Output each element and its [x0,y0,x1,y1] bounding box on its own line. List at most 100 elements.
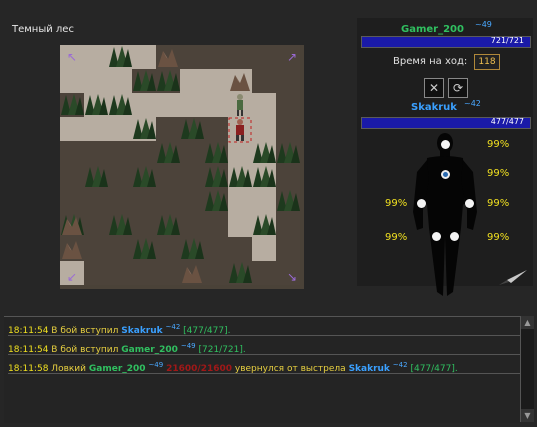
map-tile[interactable] [156,93,180,117]
map-tile[interactable] [180,213,204,237]
log-player-name[interactable]: Skakruk [349,364,390,374]
map-tile[interactable] [204,69,228,93]
cross-swords-icon[interactable]: ✕ [424,78,444,98]
map-tile[interactable] [204,45,228,69]
log-text: В бой вступил [51,345,119,355]
left-leg-slot[interactable] [432,232,441,241]
map-tile[interactable] [60,165,84,189]
player-character[interactable] [228,117,252,143]
scroll-up-icon[interactable]: ▲ [521,316,534,329]
map-tile[interactable] [132,141,156,165]
map-tile[interactable] [132,45,156,69]
scroll-se-arrow-icon[interactable]: ↘ [286,271,298,283]
map-tile[interactable] [276,213,300,237]
map-tile[interactable] [228,213,252,237]
map-tile[interactable] [276,69,300,93]
head-slot[interactable] [441,140,450,149]
log-level: ~49 [148,361,164,369]
right-hand-slot[interactable] [465,199,474,208]
map-tile[interactable] [84,69,108,93]
scroll-ne-arrow-icon[interactable]: ↗ [286,51,298,63]
map-tile[interactable] [276,117,300,141]
map-tile[interactable] [84,237,108,261]
map-tile[interactable] [132,189,156,213]
map-tile[interactable] [156,237,180,261]
tree-icon [109,94,132,115]
refresh-icon[interactable]: ⟳ [448,78,468,98]
map-tile[interactable] [60,189,84,213]
map-tile[interactable] [276,237,300,261]
map-tile[interactable] [180,141,204,165]
log-player-name[interactable]: Gamer_200 [121,345,178,355]
map-tile[interactable] [156,261,180,285]
map-tile[interactable] [84,117,108,141]
map-tile[interactable] [108,261,132,285]
map-tile[interactable] [108,165,132,189]
scroll-sw-arrow-icon[interactable]: ↙ [66,271,78,283]
map-tile[interactable] [108,189,132,213]
chest-slot[interactable] [441,170,450,179]
map-tile[interactable] [108,69,132,93]
map-tile[interactable] [228,189,252,213]
map-tile[interactable] [252,93,276,117]
map-tile[interactable] [252,237,276,261]
map-tile[interactable] [204,93,228,117]
map-tile[interactable] [84,261,108,285]
knife-icon[interactable] [497,268,529,288]
map-tile[interactable] [180,165,204,189]
map-tile[interactable] [156,117,180,141]
map-tile[interactable] [204,117,228,141]
map-tile[interactable] [204,237,228,261]
map-tile[interactable] [276,165,300,189]
map-tile[interactable] [156,165,180,189]
log-hp: [477/477]. [410,364,458,374]
map-tile[interactable] [276,93,300,117]
right-leg-slot[interactable] [450,232,459,241]
log-scrollbar[interactable]: ▲ ▼ [520,316,534,422]
map-tile[interactable] [60,69,84,93]
map-tile[interactable] [252,117,276,141]
log-player-name[interactable]: Skakruk [121,326,162,336]
scroll-nw-arrow-icon[interactable]: ↖ [66,51,78,63]
map-tile[interactable] [108,141,132,165]
map-tile[interactable] [252,69,276,93]
map-tile[interactable] [60,141,84,165]
log-entry: 18:11:58 Ловкий Gamer_200 ~49 21600/2160… [8,357,522,374]
body-silhouette [413,133,477,296]
map-tile[interactable] [228,45,252,69]
map-tile[interactable] [228,237,252,261]
tree-icon [157,70,180,91]
opponent-name[interactable]: Skakruk [411,102,457,113]
map-tile[interactable] [204,261,228,285]
tree-icon [229,166,252,187]
tree-icon [181,238,204,259]
map-tile[interactable] [84,45,108,69]
map-tile[interactable] [180,69,204,93]
map-tile[interactable] [180,45,204,69]
opponent-character[interactable] [230,93,250,117]
battle-map[interactable]: ↖ ↗ ↙ ↘ [60,45,304,289]
map-tile[interactable] [84,141,108,165]
scroll-down-icon[interactable]: ▼ [521,409,534,422]
log-player-name[interactable]: Gamer_200 [89,364,146,374]
map-tile[interactable] [252,189,276,213]
map-tile[interactable] [180,93,204,117]
map-tile[interactable] [84,213,108,237]
map-tile[interactable] [60,117,84,141]
map-tile[interactable] [180,189,204,213]
map-tile[interactable] [108,237,132,261]
map-tile[interactable] [204,213,228,237]
rock-icon [62,217,82,235]
map-tile[interactable] [132,93,156,117]
map-tile[interactable] [132,213,156,237]
map-tile[interactable] [84,189,108,213]
map-tile[interactable] [108,117,132,141]
map-tile[interactable] [252,261,276,285]
map-tile[interactable] [228,141,252,165]
player-name[interactable]: Gamer_200 [401,24,464,35]
map-tile[interactable] [156,189,180,213]
map-tile[interactable] [252,45,276,69]
map-tile[interactable] [132,261,156,285]
right-hand-armor: 99% [487,198,510,209]
left-hand-slot[interactable] [417,199,426,208]
